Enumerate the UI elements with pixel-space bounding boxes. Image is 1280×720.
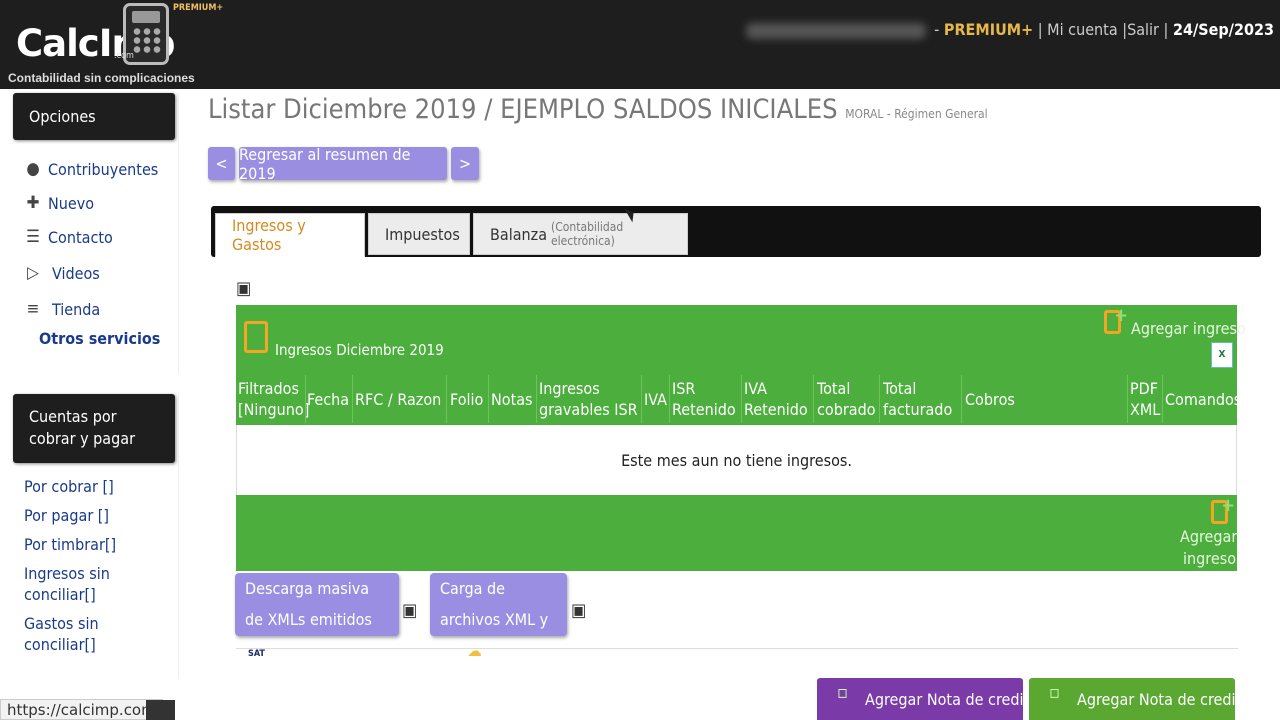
sidebar-item-nuevo[interactable]: ✚ Nuevo bbox=[22, 186, 160, 220]
sidebar-item-contribuyentes[interactable]: ● Contribuyentes bbox=[22, 152, 160, 186]
col-folio[interactable]: Folio bbox=[450, 375, 488, 423]
user-email-blurred bbox=[745, 22, 926, 39]
col-fecha[interactable]: Fecha bbox=[307, 375, 353, 423]
add-credit-note-received-button[interactable]: ▫ Agregar Nota de credito (Recibida) bbox=[817, 678, 1023, 720]
sidebar-link-por-timbrar[interactable]: Por timbrar[] bbox=[24, 534, 174, 555]
logo[interactable]: CalcImp bbox=[16, 3, 176, 65]
add-user-icon: ✚ bbox=[26, 193, 40, 213]
prev-month-button[interactable]: < bbox=[208, 147, 235, 180]
accounts-header: Cuentas por cobrar y pagar bbox=[13, 394, 175, 463]
col-notas[interactable]: Notas bbox=[491, 375, 537, 423]
add-document-icon[interactable]: + bbox=[1104, 305, 1128, 334]
col-iva[interactable]: IVA bbox=[644, 375, 669, 423]
col-total-facturado[interactable]: Total facturado bbox=[883, 375, 957, 423]
sidebar-divider-2 bbox=[178, 394, 179, 679]
plan-badge: PREMIUM+ bbox=[943, 20, 1034, 39]
add-credit-note-issued-button[interactable]: ▫ Agregar Nota de credito (Emitida) bbox=[1029, 678, 1235, 720]
divider bbox=[236, 648, 1238, 649]
tab-impuestos[interactable]: Impuestos bbox=[368, 213, 470, 255]
sidebar-link-por-cobrar[interactable]: Por cobrar [] bbox=[24, 476, 174, 497]
col-comandos[interactable]: Comandos bbox=[1165, 375, 1241, 423]
tab-bar: Ingresos y Gastos Impuestos Balanza (Con… bbox=[211, 206, 1261, 257]
cloud-upload-icon: ☁ bbox=[467, 641, 482, 660]
sidebar-bottom-box bbox=[146, 700, 175, 720]
tab-ingresos-gastos[interactable]: Ingresos y Gastos bbox=[215, 213, 365, 257]
sidebar-item-videos[interactable]: ▷ Videos bbox=[22, 254, 160, 292]
col-total-cobrado[interactable]: Total cobrado bbox=[817, 375, 877, 423]
logo-com: .com bbox=[114, 51, 134, 61]
accounts-menu: Por cobrar [] Por pagar [] Por timbrar[]… bbox=[24, 476, 174, 655]
sat-icon: SAT bbox=[248, 649, 265, 659]
video-help-icon-3[interactable]: ▣ bbox=[571, 600, 586, 621]
col-isr-retenido[interactable]: ISR Retenido bbox=[672, 375, 740, 423]
video-help-icon-2[interactable]: ▣ bbox=[402, 600, 417, 621]
options-header: Opciones bbox=[13, 93, 175, 140]
tab-balanza[interactable]: Balanza (Contabilidad electrónica) bbox=[473, 213, 688, 255]
col-filtrados[interactable]: Filtrados [Ninguno] bbox=[238, 375, 309, 423]
cart-icon: ≡ bbox=[26, 299, 40, 319]
add-income-footer-link[interactable]: Agregar ingreso bbox=[1180, 526, 1237, 570]
sidebar-link-por-pagar[interactable]: Por pagar [] bbox=[24, 505, 174, 526]
current-date: 24/Sep/2023 bbox=[1172, 20, 1274, 39]
add-document-icon-footer[interactable]: + bbox=[1211, 495, 1235, 524]
add-document-icon: ▫ bbox=[1049, 682, 1060, 703]
document-icon bbox=[244, 321, 268, 353]
users-icon: ● bbox=[26, 159, 40, 179]
col-iva-retenido[interactable]: IVA Retenido bbox=[744, 375, 812, 423]
options-menu: ● Contribuyentes ✚ Nuevo ☰ Contacto ▷ Vi… bbox=[22, 152, 160, 350]
col-cobros[interactable]: Cobros bbox=[965, 375, 1025, 423]
top-bar: CalcImp .com PREMIUM+ Contabilidad sin c… bbox=[0, 0, 1280, 89]
empty-message: Este mes aun no tiene ingresos. bbox=[236, 425, 1237, 495]
col-ingresos-gravables[interactable]: Ingresos gravables ISR bbox=[539, 375, 639, 423]
premium-superscript: PREMIUM+ bbox=[173, 3, 224, 13]
account-link[interactable]: Mi cuenta bbox=[1047, 20, 1117, 39]
sidebar-item-tienda[interactable]: ≡ Tienda bbox=[22, 292, 160, 326]
sidebar-link-gastos-sin-conciliar[interactable]: Gastos sin conciliar[] bbox=[24, 613, 174, 655]
video-icon: ▷ bbox=[27, 263, 39, 283]
tagline: Contabilidad sin complicaciones bbox=[8, 71, 195, 85]
income-table-footer bbox=[236, 495, 1237, 571]
top-nav: - PREMIUM+ | Mi cuenta |Salir | 24/Sep/2… bbox=[745, 20, 1274, 39]
upload-files-button[interactable]: Carga de archivos XML y ZIP ☁ bbox=[430, 573, 567, 660]
message-icon: ☰ bbox=[26, 227, 40, 247]
back-to-summary-button[interactable]: Regresar al resumen de 2019 bbox=[239, 145, 447, 183]
excel-export-icon[interactable]: X bbox=[1211, 342, 1233, 368]
income-section-title: Ingresos Diciembre 2019 bbox=[275, 341, 444, 359]
logout-link[interactable]: Salir bbox=[1127, 20, 1159, 39]
col-pdf-xml[interactable]: PDF XML bbox=[1130, 375, 1160, 423]
sidebar-item-otros-servicios[interactable]: Otros servicios bbox=[22, 326, 160, 350]
video-help-icon[interactable]: ▣ bbox=[236, 278, 251, 299]
add-document-icon: ▫ bbox=[837, 682, 848, 703]
sidebar-item-contacto[interactable]: ☰ Contacto bbox=[22, 220, 160, 254]
page-title: Listar Diciembre 2019 / EJEMPLO SALDOS I… bbox=[208, 94, 988, 125]
bulk-download-button[interactable]: Descarga masiva de XMLs emitidos SAT bbox=[235, 573, 399, 659]
next-month-button[interactable]: > bbox=[451, 147, 479, 180]
col-rfc[interactable]: RFC / Razon bbox=[355, 375, 445, 423]
status-bar-url: https://calcimp.com bbox=[0, 699, 163, 720]
add-income-link[interactable]: Agregar ingreso bbox=[1131, 319, 1246, 338]
sidebar-link-ingresos-sin-conciliar[interactable]: Ingresos sin conciliar[] bbox=[24, 563, 174, 605]
sidebar-divider bbox=[178, 93, 179, 373]
regime-label: MORAL - Régimen General bbox=[845, 107, 988, 121]
